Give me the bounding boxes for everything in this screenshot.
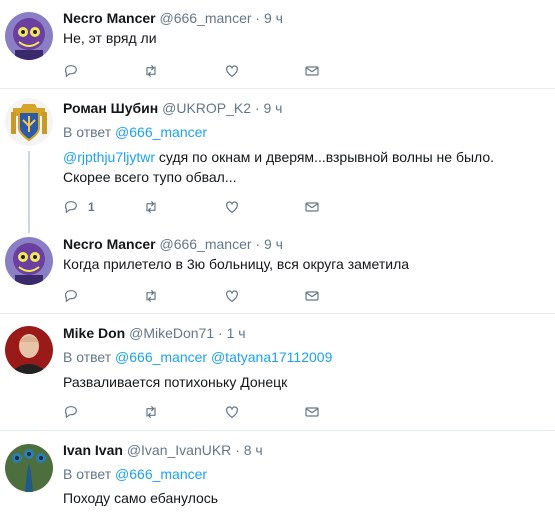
direct-message-button[interactable] — [304, 197, 320, 217]
like-button[interactable] — [224, 197, 240, 217]
author-handle[interactable]: @Ivan_IvanUKR — [127, 442, 231, 458]
peacock-avatar-icon — [5, 444, 53, 492]
author-handle[interactable]: @666_mancer — [159, 236, 251, 252]
reply-mention[interactable]: @666_mancer — [115, 466, 207, 482]
tweet-text-body: Не, эт вряд ли — [63, 30, 157, 46]
tweet-text: Когда прилетело в 3ю больницу, вся округ… — [63, 254, 543, 274]
heart-icon — [226, 406, 238, 418]
reply-prefix: В ответ — [63, 349, 112, 365]
envelope-icon — [305, 202, 319, 212]
envelope-icon — [305, 291, 319, 301]
reply-prefix: В ответ — [63, 124, 112, 140]
author-handle[interactable]: @UKROP_K2 — [162, 100, 251, 116]
author-name[interactable]: Necro Mancer — [63, 10, 156, 26]
timestamp[interactable]: 1 ч — [227, 325, 246, 341]
retweet-icon — [146, 65, 156, 77]
tweet-text: Походу само ебанулось — [63, 488, 543, 508]
tweet-text: Не, эт вряд ли — [63, 28, 543, 48]
reply-count: 1 — [88, 200, 95, 214]
heart-icon — [226, 290, 238, 302]
separator-dot: · — [255, 10, 261, 26]
timestamp[interactable]: 9 ч — [264, 236, 283, 252]
reply-mention[interactable]: @666_mancer — [115, 349, 207, 365]
like-button[interactable] — [224, 402, 240, 422]
author-handle[interactable]: @666_mancer — [159, 10, 251, 26]
retweet-button[interactable] — [143, 61, 159, 81]
avatar[interactable] — [5, 12, 53, 60]
tweet-header: Necro Mancer @666_mancer · 9 ч — [63, 9, 283, 27]
reply-context: В ответ @666_mancer — [63, 123, 207, 141]
like-button[interactable] — [224, 61, 240, 81]
retweet-button[interactable] — [143, 197, 159, 217]
reply-icon — [64, 65, 77, 77]
reply-mention[interactable]: @tatyana17112009 — [211, 349, 332, 365]
tweet[interactable]: Necro Mancer @666_mancer · 9 ч Когда при… — [0, 229, 555, 313]
reply-button[interactable]: 1 — [63, 197, 95, 217]
separator-dot: · — [254, 100, 260, 116]
reply-mention[interactable]: @666_mancer — [115, 124, 207, 140]
tweet[interactable]: Роман Шубин @UKROP_K2 · 9 ч В ответ @666… — [0, 89, 555, 229]
reply-context: В ответ @666_mancer @tatyana17112009 — [63, 348, 332, 366]
heart-icon — [226, 201, 238, 213]
avatar[interactable] — [5, 326, 53, 374]
separator-dot: · — [255, 236, 261, 252]
reply-icon — [64, 406, 77, 418]
tweet[interactable]: Mike Don @MikeDon71 · 1 ч В ответ @666_m… — [0, 314, 555, 430]
tweet-header: Necro Mancer @666_mancer · 9 ч — [63, 235, 283, 253]
tweet-actions — [63, 402, 363, 422]
tweet-header: Mike Don @MikeDon71 · 1 ч — [63, 324, 246, 342]
tweet-text: Разваливается потихоньку Донецк — [63, 372, 543, 392]
reply-icon — [64, 201, 77, 213]
creature-avatar-icon — [5, 237, 53, 285]
author-handle[interactable]: @MikeDon71 — [129, 325, 214, 341]
tweet-text: @rjpthju7ljytwr судя по окнам и дверям..… — [63, 147, 543, 187]
heart-icon — [226, 65, 238, 77]
direct-message-button[interactable] — [304, 61, 320, 81]
timestamp[interactable]: 9 ч — [264, 100, 283, 116]
retweet-icon — [146, 201, 156, 213]
tweet-header: Ivan Ivan @Ivan_IvanUKR · 8 ч — [63, 441, 263, 459]
tweet[interactable]: Ivan Ivan @Ivan_IvanUKR · 8 ч В ответ @6… — [0, 431, 555, 512]
author-name[interactable]: Mike Don — [63, 325, 125, 341]
reply-button[interactable] — [63, 402, 79, 422]
tweet-text-body: Походу само ебанулось — [63, 490, 219, 506]
retweet-button[interactable] — [143, 286, 159, 306]
avatar[interactable] — [5, 98, 53, 146]
author-name[interactable]: Роман Шубин — [63, 100, 158, 116]
tweet-header: Роман Шубин @UKROP_K2 · 9 ч — [63, 99, 282, 117]
direct-message-button[interactable] — [304, 286, 320, 306]
like-button[interactable] — [224, 286, 240, 306]
envelope-icon — [305, 407, 319, 417]
tweet[interactable]: Necro Mancer @666_mancer · 9 ч Не, эт вр… — [0, 0, 555, 88]
separator-dot: · — [218, 325, 223, 341]
tweet-text-body: Разваливается потихоньку Донецк — [63, 374, 288, 390]
avatar[interactable] — [5, 237, 53, 285]
person-avatar-icon — [5, 326, 53, 374]
retweet-button[interactable] — [143, 402, 159, 422]
tweet-text-body: Когда прилетело в 3ю больницу, вся округ… — [63, 256, 410, 272]
retweet-icon — [146, 290, 156, 302]
author-name[interactable]: Necro Mancer — [63, 236, 156, 252]
tweet-actions — [63, 61, 363, 81]
retweet-icon — [146, 406, 156, 418]
tweet-actions — [63, 286, 363, 306]
envelope-icon — [305, 66, 319, 76]
direct-message-button[interactable] — [304, 402, 320, 422]
reply-icon — [64, 290, 77, 302]
author-name[interactable]: Ivan Ivan — [63, 442, 123, 458]
creature-avatar-icon — [5, 12, 53, 60]
tweet-actions: 1 — [63, 197, 363, 217]
timestamp[interactable]: 9 ч — [264, 10, 283, 26]
avatar[interactable] — [5, 444, 53, 492]
separator-dot: · — [235, 442, 240, 458]
reply-prefix: В ответ — [63, 466, 112, 482]
reply-context: В ответ @666_mancer — [63, 465, 207, 483]
reply-button[interactable] — [63, 286, 79, 306]
coat-of-arms-avatar-icon — [5, 98, 53, 146]
text-mention[interactable]: @rjpthju7ljytwr — [63, 149, 155, 165]
reply-button[interactable] — [63, 61, 79, 81]
timestamp[interactable]: 8 ч — [244, 442, 263, 458]
